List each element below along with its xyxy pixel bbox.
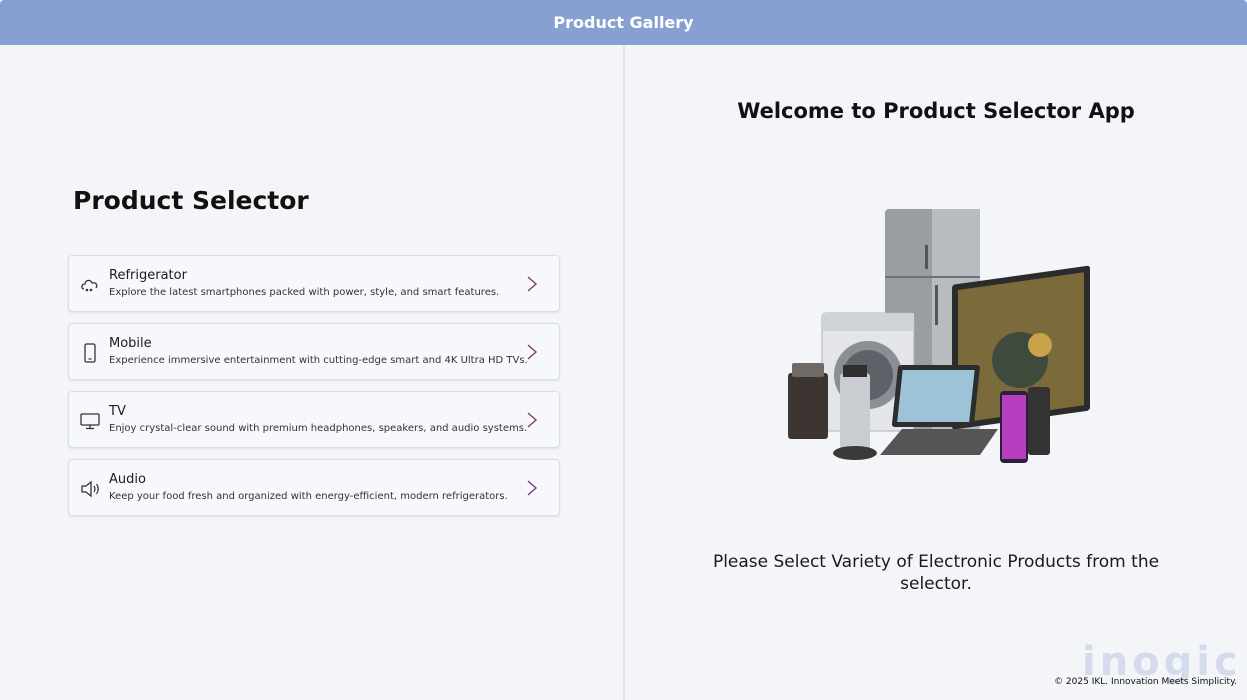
copyright-text: © 2025 IKL. Innovation Meets Simplicity. (1054, 677, 1237, 687)
product-item-tv[interactable]: TV Enjoy crystal-clear sound with premiu… (68, 391, 560, 448)
smartphone-image (1000, 387, 1050, 463)
item-label: Audio (109, 472, 146, 487)
coffee-grinder-image (788, 363, 828, 439)
electronics-products-image (788, 209, 1090, 463)
item-label: TV (109, 404, 126, 419)
welcome-pane: Welcome to Product Selector App Please S… (625, 45, 1247, 700)
app-title: Product Gallery (553, 13, 694, 32)
chevron-right-icon (527, 412, 538, 428)
cloud-device-icon (81, 279, 98, 292)
chevron-right-icon (527, 480, 538, 496)
item-description: Keep your food fresh and organized with … (109, 491, 508, 502)
monitor-icon (80, 413, 100, 430)
product-item-audio[interactable]: Audio Keep your food fresh and organized… (68, 459, 560, 516)
chevron-right-icon (527, 276, 538, 292)
item-label: Mobile (109, 336, 152, 351)
item-description: Experience immersive entertainment with … (109, 355, 528, 366)
app-header: Product Gallery (0, 0, 1247, 45)
item-description: Enjoy crystal-clear sound with premium h… (109, 423, 528, 434)
welcome-title: Welcome to Product Selector App (737, 99, 1135, 123)
product-item-mobile[interactable]: Mobile Experience immersive entertainmen… (68, 323, 560, 380)
item-description: Explore the latest smartphones packed wi… (109, 287, 500, 298)
chevron-right-icon (527, 344, 538, 360)
speaker-icon (81, 480, 99, 498)
instructions-text: Please Select Variety of Electronic Prod… (712, 552, 1160, 594)
selector-pane: Product Selector Refrigerator Explore th… (0, 45, 623, 700)
product-item-refrigerator[interactable]: Refrigerator Explore the latest smartpho… (68, 255, 560, 312)
selector-title: Product Selector (73, 186, 309, 215)
phone-icon (84, 343, 96, 363)
item-label: Refrigerator (109, 268, 187, 283)
